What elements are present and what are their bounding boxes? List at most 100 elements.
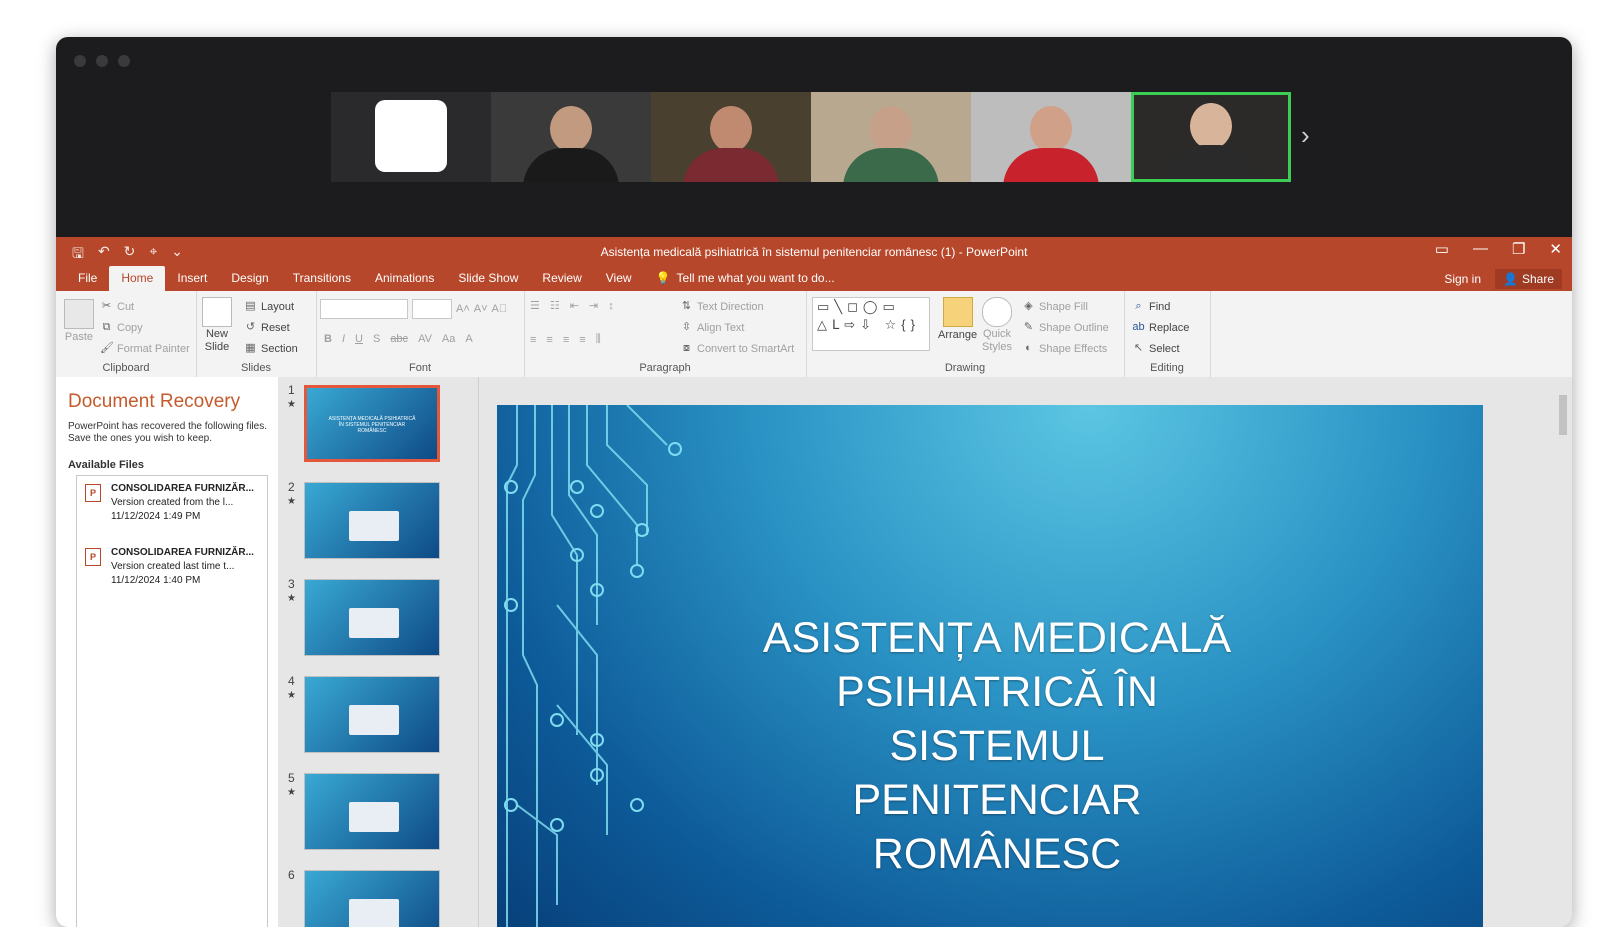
- text-direction-button[interactable]: ⇅ Text Direction: [680, 300, 764, 313]
- new-slide-label-2: Slide: [204, 341, 230, 353]
- font-color-button[interactable]: A: [465, 333, 472, 345]
- section-button[interactable]: ▦ Section: [244, 342, 297, 355]
- paste-button[interactable]: Paste: [64, 299, 94, 343]
- strikethrough-button[interactable]: abc: [390, 333, 408, 345]
- shape-effects-button[interactable]: ◐ Shape Effects: [1022, 342, 1107, 355]
- copy-icon: ⧉: [102, 321, 111, 333]
- replace-button[interactable]: ab Replace: [1132, 321, 1189, 334]
- shape-outline-button[interactable]: ✎ Shape Outline: [1022, 321, 1109, 334]
- shadow-button[interactable]: S: [373, 333, 380, 345]
- increase-indent-icon[interactable]: ⇥: [589, 299, 598, 312]
- slide-title[interactable]: ASISTENȚA MEDICALĂ PSIHIATRICĂ ÎN SISTEM…: [727, 611, 1267, 881]
- next-page-chevron-icon[interactable]: ›: [1301, 121, 1310, 149]
- minimize-icon[interactable]: —: [1473, 240, 1488, 258]
- character-spacing-button[interactable]: AV: [418, 333, 432, 345]
- quick-styles-button[interactable]: Quick Styles: [982, 297, 1012, 353]
- restore-icon[interactable]: ❐: [1512, 240, 1525, 258]
- close-dot[interactable]: [74, 55, 86, 67]
- select-button[interactable]: ↖ Select: [1132, 342, 1180, 355]
- arrange-button[interactable]: Arrange: [938, 297, 977, 341]
- font-pickers: A˄ A˅ A⃠: [320, 299, 507, 319]
- sign-in-link[interactable]: Sign in: [1444, 272, 1481, 286]
- change-case-button[interactable]: Aa: [442, 333, 455, 345]
- find-button[interactable]: ⌕ Find: [1132, 300, 1170, 313]
- participant-video-tile[interactable]: [651, 92, 811, 182]
- slide-number: 2: [288, 480, 295, 494]
- participant-video-tile[interactable]: [331, 92, 491, 182]
- slide-thumbnail[interactable]: [304, 579, 440, 656]
- font-size-dropdown[interactable]: [412, 299, 452, 319]
- slide-thumbnail[interactable]: [304, 773, 440, 850]
- font-name-dropdown[interactable]: [320, 299, 408, 319]
- ribbon-display-options-icon[interactable]: ▭: [1435, 240, 1449, 258]
- new-slide-button[interactable]: New Slide: [202, 297, 232, 353]
- shapes-gallery[interactable]: ▭╲◻◯▭ △ᒪ⇨⇩ ☆{}: [812, 297, 930, 351]
- align-center-icon[interactable]: ≡: [546, 334, 552, 346]
- share-button[interactable]: 👤 Share: [1495, 269, 1562, 289]
- convert-smartart-button[interactable]: ⧇ Convert to SmartArt: [680, 342, 794, 355]
- slide-thumbnail[interactable]: [304, 870, 440, 927]
- participant-silhouette: [1003, 106, 1099, 182]
- tab-animations[interactable]: Animations: [363, 266, 446, 291]
- font-format-buttons: B I U S abc AV Aa A: [324, 333, 473, 345]
- tell-me-search[interactable]: 💡 Tell me what you want to do...: [644, 266, 847, 291]
- arrange-label: Arrange: [938, 329, 978, 341]
- align-left-icon[interactable]: ≡: [530, 334, 536, 346]
- recovered-file-item[interactable]: P CONSOLIDAREA FURNIZĂR... Version creat…: [85, 546, 260, 588]
- underline-button[interactable]: U: [355, 333, 363, 345]
- tab-design[interactable]: Design: [219, 266, 280, 291]
- shrink-font-icon[interactable]: A˅: [474, 303, 488, 315]
- participant-gallery: [331, 92, 1291, 182]
- slide-editor: ASISTENȚA MEDICALĂ PSIHIATRICĂ ÎN SISTEM…: [478, 377, 1572, 927]
- slide-thumbnail[interactable]: [304, 482, 440, 559]
- zoom-dot[interactable]: [118, 55, 130, 67]
- columns-icon[interactable]: ⫼: [596, 333, 601, 346]
- cut-button[interactable]: ✂ Cut: [100, 300, 134, 313]
- thumbnail-chart-preview: [349, 705, 399, 735]
- editor-scrollbar[interactable]: [1557, 377, 1569, 927]
- circuit-decoration: [504, 405, 682, 927]
- decrease-indent-icon[interactable]: ⇤: [570, 299, 579, 312]
- tab-insert[interactable]: Insert: [165, 266, 219, 291]
- participant-video-tile[interactable]: [491, 92, 651, 182]
- reset-button[interactable]: ↺ Reset: [244, 321, 290, 334]
- tab-home[interactable]: Home: [109, 266, 166, 291]
- slide-title-line-1: ASISTENȚA MEDICALĂ: [762, 614, 1232, 662]
- format-painter-button[interactable]: 🖌 Format Painter: [100, 342, 190, 355]
- clear-formatting-icon[interactable]: A⃠: [492, 303, 508, 315]
- section-icon: ▦: [245, 342, 256, 354]
- slide-thumbnail[interactable]: [304, 676, 440, 753]
- bold-button[interactable]: B: [324, 333, 332, 345]
- line-spacing-icon[interactable]: ↕: [608, 300, 614, 312]
- tab-slide-show[interactable]: Slide Show: [446, 266, 530, 291]
- numbering-icon[interactable]: ☷: [550, 299, 560, 312]
- italic-button[interactable]: I: [342, 333, 345, 345]
- participant-video-tile[interactable]: [811, 92, 971, 182]
- tab-file[interactable]: File: [66, 266, 109, 291]
- tab-view[interactable]: View: [594, 266, 644, 291]
- slide-title-line-2: PSIHIATRICĂ ÎN SISTEMUL: [836, 668, 1158, 770]
- slide-number: 6: [288, 868, 295, 882]
- current-slide[interactable]: ASISTENȚA MEDICALĂ PSIHIATRICĂ ÎN SISTEM…: [497, 405, 1483, 927]
- close-icon[interactable]: ✕: [1549, 240, 1562, 258]
- participant-video-tile[interactable]: [1131, 92, 1291, 182]
- participant-video-tile[interactable]: [971, 92, 1131, 182]
- recovered-file-item[interactable]: P CONSOLIDAREA FURNIZĂR... Version creat…: [85, 482, 260, 524]
- copy-button[interactable]: ⧉ Copy: [100, 321, 143, 334]
- bullets-icon[interactable]: ☰: [530, 299, 540, 312]
- text-direction-label: Text Direction: [697, 300, 764, 313]
- slide-thumbnail[interactable]: ASISTENȚA MEDICALĂ PSIHIATRICĂ ÎN SISTEM…: [304, 385, 440, 462]
- shape-fill-button[interactable]: ◈ Shape Fill: [1022, 300, 1088, 313]
- grow-font-icon[interactable]: A˄: [456, 303, 470, 315]
- tab-review[interactable]: Review: [530, 266, 593, 291]
- align-right-icon[interactable]: ≡: [563, 334, 569, 346]
- tab-transitions[interactable]: Transitions: [281, 266, 363, 291]
- text-direction-icon: ⇅: [681, 300, 692, 312]
- minimize-dot[interactable]: [96, 55, 108, 67]
- participant-silhouette: [683, 106, 779, 182]
- file-time: 11/12/2024 1:49 PM: [111, 511, 201, 522]
- font-group-label: Font: [408, 362, 431, 374]
- justify-icon[interactable]: ≡: [579, 334, 585, 346]
- layout-button[interactable]: ▤ Layout: [244, 300, 294, 313]
- align-text-button[interactable]: ⇳ Align Text: [680, 321, 745, 334]
